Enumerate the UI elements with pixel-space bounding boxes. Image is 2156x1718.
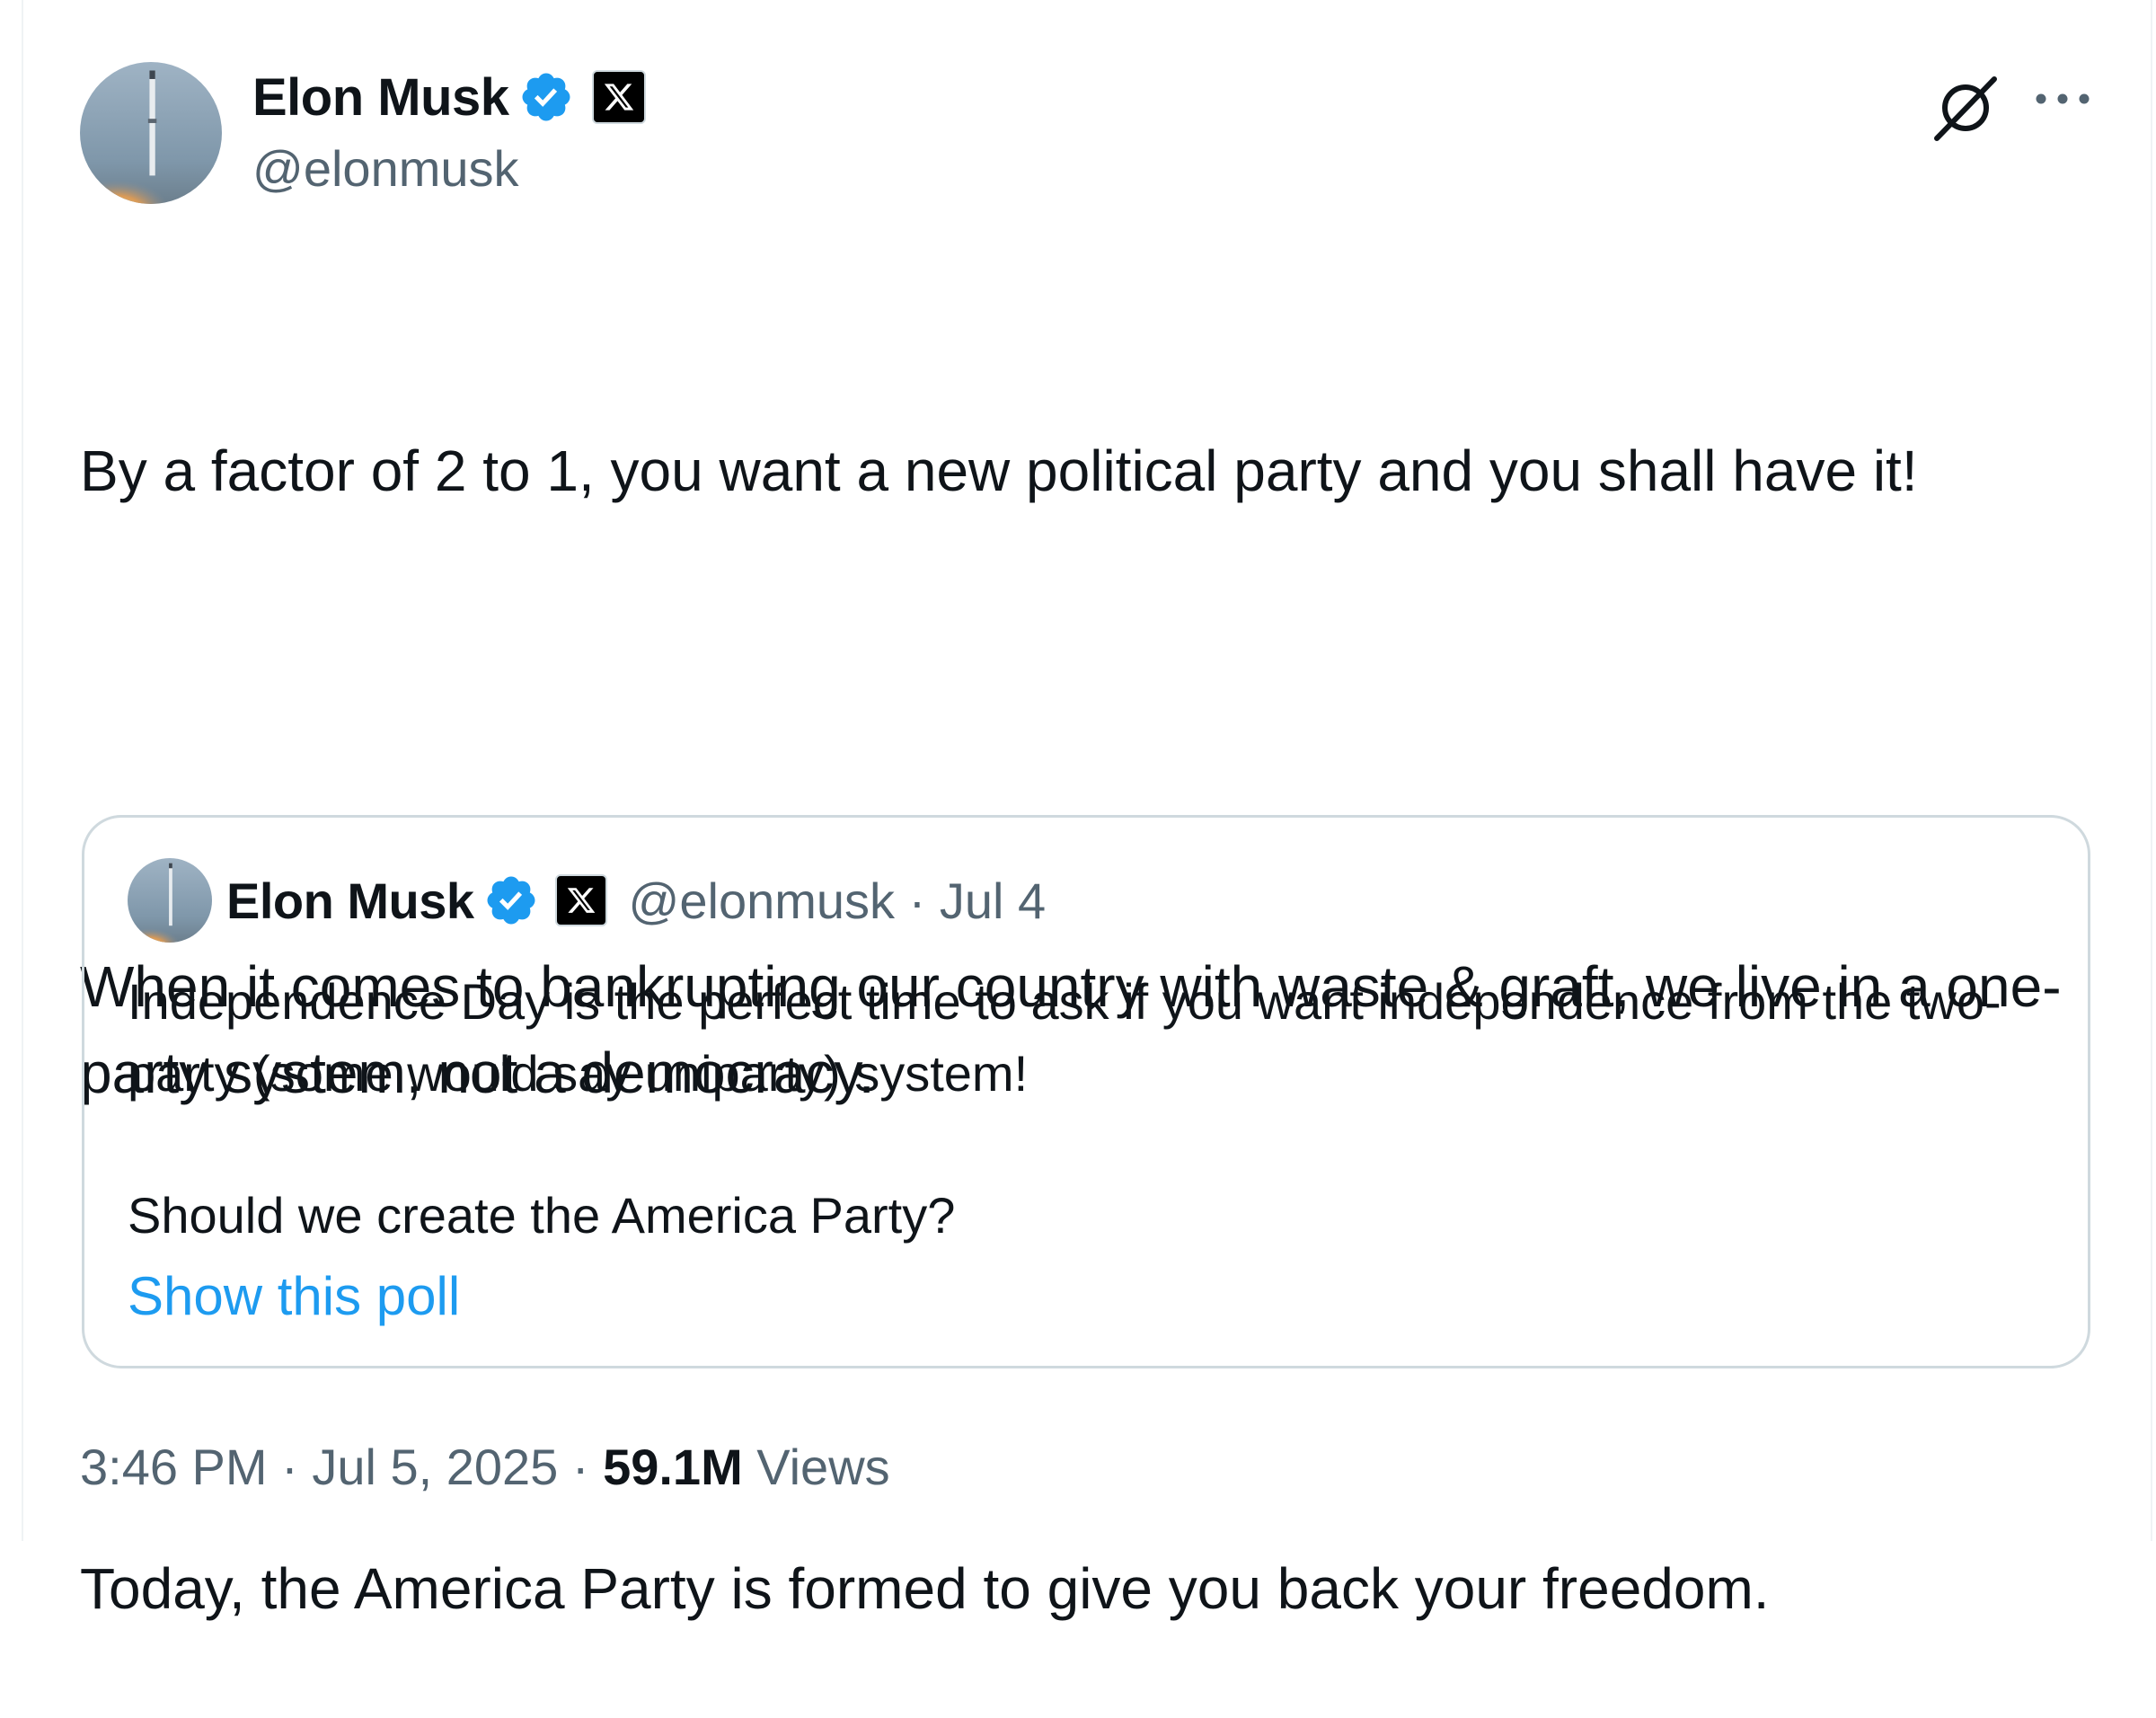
timeline-left-border (22, 0, 23, 1541)
quoted-tweet-card[interactable]: Elon Musk @elonmusk · Jul 4 Independence… (82, 815, 2090, 1368)
author-handle[interactable]: @elonmusk (252, 139, 519, 198)
timeline-right-border (2151, 0, 2152, 1541)
tweet-paragraph: Today, the America Party is formed to gi… (80, 1556, 1770, 1621)
verified-badge-icon (487, 876, 535, 925)
quoted-avatar (128, 858, 212, 943)
author-display-name[interactable]: Elon Musk (252, 67, 509, 128)
views-count: 59.1M (603, 1439, 743, 1495)
show-poll-link[interactable]: Show this poll (128, 1253, 460, 1340)
tweet-paragraph: By a factor of 2 to 1, you want a new po… (80, 438, 1918, 503)
quoted-paragraph: Independence Day is the perfect time to … (128, 973, 2001, 1102)
author-name-row: Elon Musk (252, 65, 646, 129)
x-logo-icon (554, 874, 607, 926)
tweet-meta: 3:46 PM · Jul 5, 2025 · 59.1M Views (80, 1438, 890, 1496)
views-label: Views (742, 1439, 890, 1495)
quoted-tweet-text: Independence Day is the perfect time to … (128, 966, 2050, 1340)
quoted-author-row: Elon Musk @elonmusk · Jul 4 (226, 872, 1046, 929)
more-options-icon[interactable] (2032, 77, 2093, 120)
quoted-handle-date: @elonmusk · Jul 4 (628, 872, 1047, 929)
avatar[interactable] (80, 62, 222, 204)
quoted-display-name: Elon Musk (226, 872, 474, 929)
grok-icon[interactable] (1930, 72, 2001, 144)
quoted-paragraph: Should we create the America Party? (128, 1187, 956, 1244)
verified-badge-icon[interactable] (518, 69, 574, 125)
x-logo-icon[interactable] (591, 70, 646, 124)
timestamp[interactable]: 3:46 PM · Jul 5, 2025 · (80, 1439, 603, 1495)
